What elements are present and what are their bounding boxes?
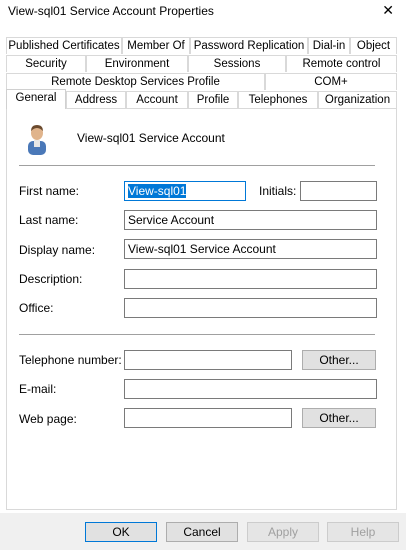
separator [19,165,375,166]
tab-security[interactable]: Security [6,55,86,72]
office-field[interactable] [124,298,377,318]
tab-remote-desktop-services-profile[interactable]: Remote Desktop Services Profile [6,73,265,90]
last-name-field[interactable]: Service Account [124,210,377,230]
last-name-label: Last name: [19,213,79,227]
separator [19,334,375,335]
cancel-button[interactable]: Cancel [166,522,238,542]
telephone-other-button[interactable]: Other... [302,350,376,370]
telephone-field[interactable] [124,350,292,370]
office-label: Office: [19,301,54,315]
close-icon[interactable]: ✕ [382,2,394,19]
display-name-field[interactable]: View-sql01 Service Account [124,239,377,259]
first-name-field[interactable]: View-sql01 [124,181,246,201]
apply-button[interactable]: Apply [247,522,319,542]
tab-row-1: Published Certificates Member Of Passwor… [6,37,397,55]
window-title: View-sql01 Service Account Properties [8,4,214,18]
first-name-label: First name: [19,184,80,198]
description-field[interactable] [124,269,377,289]
email-label: E-mail: [19,382,57,396]
tab-organization[interactable]: Organization [318,91,397,108]
tab-com-plus[interactable]: COM+ [265,73,397,90]
tab-sessions[interactable]: Sessions [188,55,286,72]
ok-button[interactable]: OK [85,522,157,542]
webpage-other-button[interactable]: Other... [302,408,376,428]
description-label: Description: [19,272,83,286]
telephone-label: Telephone number: [19,353,122,367]
initials-field[interactable] [300,181,377,201]
tab-account[interactable]: Account [126,91,188,108]
tab-password-replication[interactable]: Password Replication [190,37,308,54]
webpage-label: Web page: [19,412,77,426]
display-name-label: Display name: [19,243,96,257]
account-display-name: View-sql01 Service Account [77,131,225,145]
general-tab-panel: View-sql01 Service Account First name: V… [6,108,397,510]
tab-remote-control[interactable]: Remote control [286,55,397,72]
tab-published-certificates[interactable]: Published Certificates [6,37,122,54]
initials-label: Initials: [259,184,297,198]
tab-environment[interactable]: Environment [86,55,188,72]
user-icon [28,125,46,155]
email-field[interactable] [124,379,377,399]
tab-address[interactable]: Address [66,91,126,108]
tab-dial-in[interactable]: Dial-in [308,37,350,54]
webpage-field[interactable] [124,408,292,428]
tab-object[interactable]: Object [350,37,397,54]
tab-member-of[interactable]: Member Of [122,37,190,54]
tab-profile[interactable]: Profile [188,91,238,108]
first-name-value: View-sql01 [128,184,187,198]
tab-telephones[interactable]: Telephones [238,91,318,108]
help-button[interactable]: Help [327,522,399,542]
tab-row-4: General Address Account Profile Telephon… [6,89,397,109]
title-bar: View-sql01 Service Account Properties ✕ [0,0,406,24]
tab-general[interactable]: General [6,89,66,109]
tab-row-2: Security Environment Sessions Remote con… [6,55,397,73]
